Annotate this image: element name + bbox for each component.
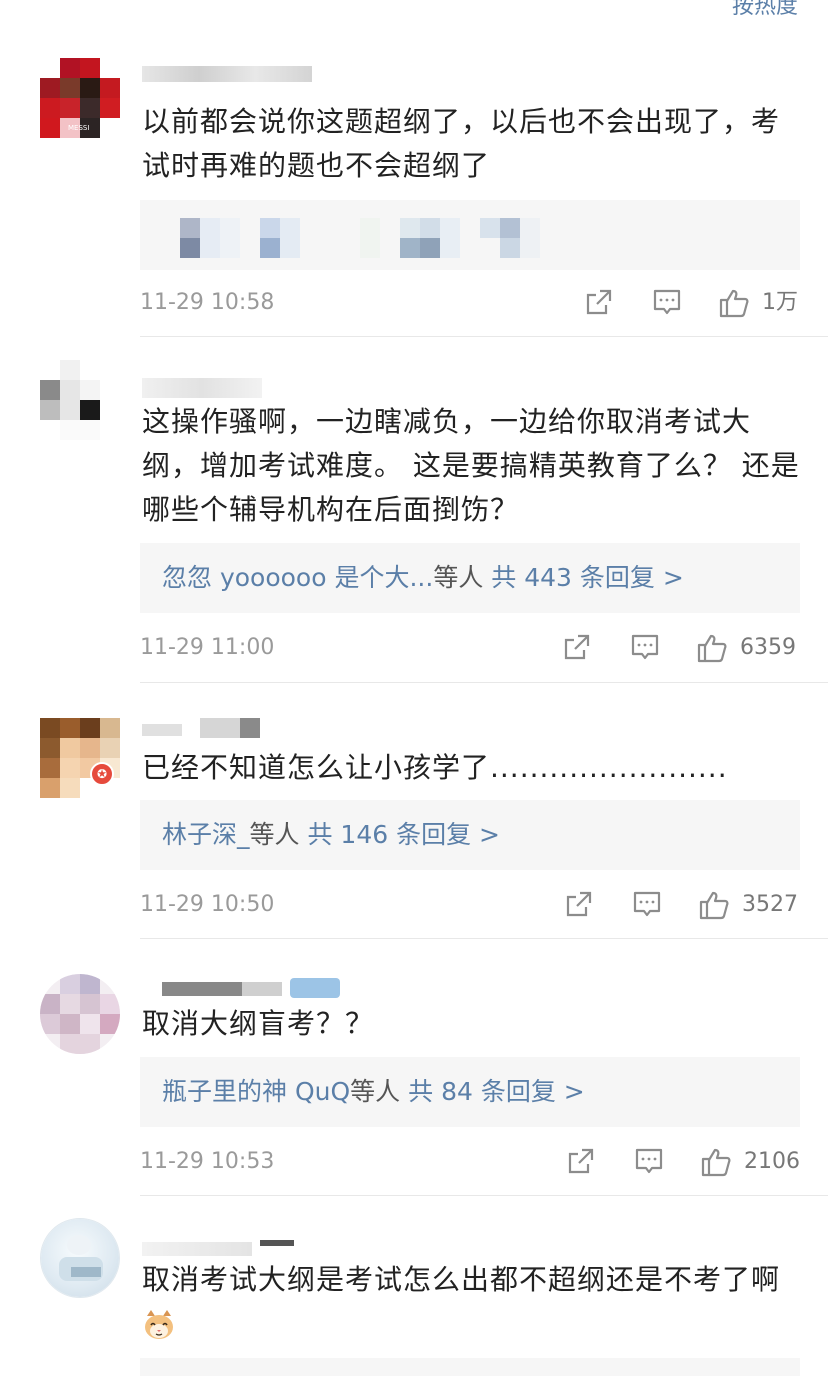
- avatar[interactable]: [40, 1218, 120, 1298]
- comment-time: 11-29 10:53: [140, 1149, 275, 1174]
- comment-meta: 11-29 11:00 6359: [140, 628, 800, 668]
- like-count: 2106: [744, 1149, 800, 1174]
- reply-etc: 等人: [350, 1077, 401, 1106]
- verified-badge-icon: ✪: [90, 762, 114, 786]
- comment-meta: 11-29 10:53 2106: [140, 1142, 800, 1182]
- reply-etc: 等人: [433, 563, 484, 592]
- share-icon[interactable]: [562, 632, 592, 664]
- thumbs-up-icon[interactable]: [698, 889, 730, 921]
- avatar-badge-text: MESSI: [68, 124, 90, 132]
- reply-count-link[interactable]: 共 84 条回复 >: [408, 1077, 585, 1106]
- avatar[interactable]: [40, 974, 120, 1054]
- replies-summary[interactable]: 林子深_等人 共 146 条回复 >: [140, 800, 800, 870]
- reply-author[interactable]: 忽忽 yoooooo 是个大...: [162, 563, 433, 592]
- share-icon[interactable]: [564, 889, 594, 921]
- avatar[interactable]: [40, 360, 120, 440]
- thumbs-up-icon[interactable]: [718, 287, 750, 319]
- reply-box-partial[interactable]: [140, 1358, 800, 1376]
- username-blurred[interactable]: [142, 378, 262, 402]
- username-blurred[interactable]: [142, 978, 342, 1002]
- replies-summary[interactable]: 瓶子里的神 QuQ等人 共 84 条回复 >: [140, 1057, 800, 1127]
- comment-text-content: 取消考试大纲是考试怎么出都不超纲还是不考了啊: [142, 1263, 781, 1296]
- comment-icon[interactable]: [634, 1146, 664, 1178]
- share-icon[interactable]: [566, 1146, 596, 1178]
- divider: [140, 1195, 828, 1196]
- divider: [140, 336, 828, 337]
- comment-time: 11-29 10:50: [140, 892, 275, 917]
- comment-text: 这操作骚啊，一边瞎减负，一边给你取消考试大纲，增加考试难度。 这是要搞精英教育了…: [142, 405, 800, 526]
- like-count: 3527: [742, 892, 798, 917]
- comment-text: 已经不知道怎么让小孩学了........................: [142, 751, 728, 784]
- comment-text: 以前都会说你这题超纲了，以后也不会出现了，考试时再难的题也不会超纲了: [142, 105, 781, 182]
- like-count: 1万: [762, 290, 798, 315]
- divider: [140, 682, 828, 683]
- comment-icon[interactable]: [630, 632, 660, 664]
- comment-text: 取消考试大纲是考试怎么出都不超纲还是不考了啊: [142, 1258, 802, 1346]
- comment-icon[interactable]: [632, 889, 662, 921]
- hidden-replies-box[interactable]: [140, 200, 800, 270]
- share-icon[interactable]: [584, 287, 614, 319]
- divider: [140, 938, 828, 939]
- comment-text: 取消大纲盲考？？: [142, 1007, 375, 1040]
- comment-time: 11-29 11:00: [140, 635, 275, 660]
- username-blurred[interactable]: [142, 718, 262, 742]
- username-blurred[interactable]: [142, 62, 312, 86]
- cat-emoji-icon: [142, 1308, 176, 1342]
- like-count: 6359: [740, 635, 796, 660]
- reply-author[interactable]: 林子深_: [162, 820, 250, 849]
- reply-author[interactable]: 瓶子里的神 QuQ: [162, 1077, 350, 1106]
- sort-by-hot-link[interactable]: 按热度: [732, 0, 798, 20]
- reply-etc: 等人: [249, 820, 300, 849]
- comment-icon[interactable]: [652, 287, 682, 319]
- comment-meta: 11-29 10:50 3527: [140, 885, 800, 925]
- thumbs-up-icon[interactable]: [700, 1146, 732, 1178]
- avatar[interactable]: MESSI: [40, 58, 120, 138]
- reply-count-link[interactable]: 共 146 条回复 >: [307, 820, 500, 849]
- thumbs-up-icon[interactable]: [696, 632, 728, 664]
- comment-meta: 11-29 10:58 1万: [140, 283, 800, 323]
- avatar[interactable]: ✪: [40, 718, 120, 798]
- comment-time: 11-29 10:58: [140, 290, 275, 315]
- reply-count-link[interactable]: 共 443 条回复 >: [491, 563, 684, 592]
- replies-summary[interactable]: 忽忽 yoooooo 是个大...等人 共 443 条回复 >: [140, 543, 800, 613]
